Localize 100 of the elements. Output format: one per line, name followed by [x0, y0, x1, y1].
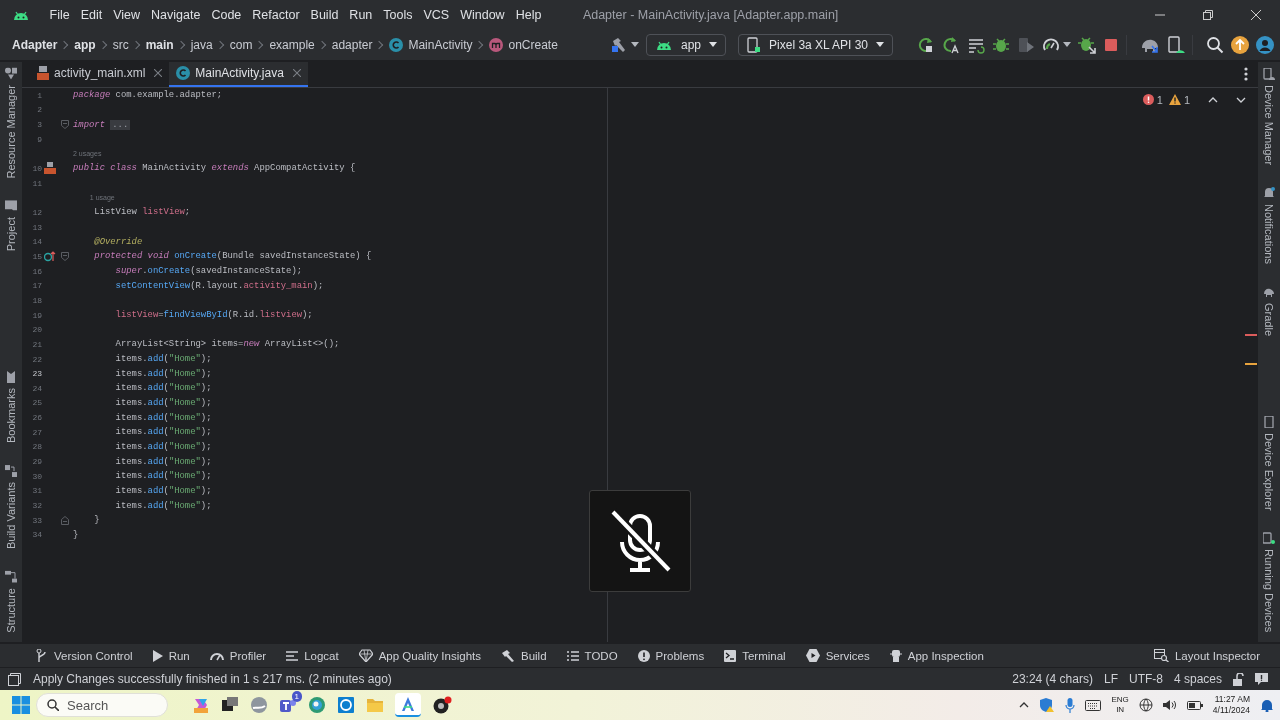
colorful-app-icon[interactable]: [192, 696, 210, 715]
panel-tab[interactable]: Notifications: [1263, 186, 1275, 264]
close-icon[interactable]: [154, 69, 163, 78]
editor-tab[interactable]: MainActivity.java: [169, 61, 308, 87]
bell-icon[interactable]: [1260, 698, 1274, 713]
globe-app-icon[interactable]: [250, 696, 268, 715]
hammer-icon[interactable]: [610, 35, 628, 54]
menu-item[interactable]: View: [107, 8, 146, 22]
stop-icon[interactable]: [1103, 36, 1119, 53]
breadcrumb[interactable]: src: [112, 37, 129, 52]
tool-window-button[interactable]: App Quality Insights: [358, 649, 481, 663]
breadcrumb[interactable]: onCreate: [508, 37, 558, 52]
panel-tab[interactable]: Resource Manager: [5, 67, 17, 179]
caret-position[interactable]: 23:24 (4 chars): [1012, 672, 1093, 687]
more-icon[interactable]: [1244, 67, 1248, 82]
tool-window-button[interactable]: App Inspection: [889, 649, 984, 663]
clock-time[interactable]: 11:27 AM: [1214, 694, 1250, 706]
battery-icon[interactable]: [1186, 700, 1203, 710]
circle-app-icon[interactable]: [337, 696, 355, 715]
menu-item[interactable]: Help: [510, 8, 547, 22]
panel-tab[interactable]: Structure: [5, 570, 17, 633]
tool-window-button[interactable]: TODO: [566, 649, 618, 662]
menu-item[interactable]: Navigate: [145, 8, 206, 22]
language-indicator[interactable]: ENG: [1111, 695, 1129, 706]
tool-window-button[interactable]: Version Control: [36, 649, 133, 663]
fold-icon[interactable]: [61, 120, 69, 129]
bug-arrow-icon[interactable]: [1078, 35, 1096, 54]
shield-icon[interactable]: [1039, 697, 1056, 714]
menu-item[interactable]: Edit: [75, 8, 108, 22]
tool-window-button[interactable]: Layout Inspector: [1153, 649, 1260, 663]
globe-icon[interactable]: [1138, 698, 1153, 713]
upload-icon[interactable]: [1231, 35, 1249, 54]
panel-tab[interactable]: Build Variants: [5, 464, 17, 549]
menu-item[interactable]: VCS: [418, 8, 455, 22]
circular-arrow-icon[interactable]: [917, 35, 935, 54]
breadcrumb[interactable]: app: [74, 37, 96, 52]
breadcrumb[interactable]: main: [145, 37, 174, 52]
close-icon[interactable]: [1251, 10, 1261, 20]
tool-window-button[interactable]: Terminal: [724, 649, 786, 662]
panel-tab[interactable]: Device Manager: [1263, 67, 1275, 165]
tool-window-button[interactable]: Services: [805, 649, 870, 663]
line-separator[interactable]: LF: [1103, 672, 1118, 687]
indent-setting[interactable]: 4 spaces: [1173, 672, 1222, 687]
panel-tab[interactable]: Running Devices: [1263, 532, 1275, 633]
chevron-up-icon[interactable]: [1019, 702, 1030, 709]
error-count[interactable]: 1: [1156, 93, 1163, 106]
tool-window-button[interactable]: Run: [152, 649, 190, 662]
search-field[interactable]: Search: [36, 693, 168, 718]
panel-tab[interactable]: Gradle: [1263, 285, 1275, 336]
menu-item[interactable]: Run: [343, 8, 378, 22]
breadcrumb[interactable]: example: [269, 37, 315, 52]
region-indicator[interactable]: IN: [1116, 705, 1125, 716]
tool-window-button[interactable]: Logcat: [286, 649, 339, 662]
tool-window-button[interactable]: Profiler: [209, 649, 267, 662]
browser-icon[interactable]: [308, 696, 326, 715]
fold-icon[interactable]: [61, 251, 69, 261]
warning-stripe-mark[interactable]: [1245, 362, 1257, 365]
bug-icon[interactable]: [992, 35, 1010, 54]
speaker-icon[interactable]: [1162, 699, 1177, 712]
phone-play-icon[interactable]: [1017, 35, 1035, 54]
account-icon[interactable]: [1256, 35, 1274, 54]
panel-tab[interactable]: Project: [5, 200, 17, 252]
code-line: super.onCreate(savedInstanceState);: [114, 266, 303, 277]
microphone-icon[interactable]: [1065, 697, 1076, 713]
feedback-icon[interactable]: [1255, 672, 1268, 686]
record-app-icon[interactable]: [432, 696, 452, 715]
breadcrumb[interactable]: MainActivity: [408, 37, 473, 52]
run-config-dropdown[interactable]: app: [646, 33, 727, 56]
circular-arrow-letter-icon[interactable]: [942, 35, 960, 54]
device-dropdown[interactable]: Pixel 3a XL API 30: [738, 33, 893, 56]
unlock-icon[interactable]: [1233, 672, 1244, 686]
menu-item[interactable]: Tools: [377, 8, 418, 22]
keyboard-icon[interactable]: [1085, 699, 1102, 711]
restore-icon[interactable]: [1203, 10, 1213, 20]
code-line: items.add("Home");: [114, 368, 212, 379]
panel-toggle-icon[interactable]: [8, 672, 21, 686]
breadcrumb[interactable]: com: [229, 37, 253, 52]
breadcrumb[interactable]: java: [190, 37, 213, 52]
phone-android-icon[interactable]: [1167, 35, 1185, 54]
clock-date[interactable]: 4/11/2024: [1212, 705, 1250, 717]
status-message[interactable]: Apply Changes successfully finished in 1 s 217 ms. (2 minutes ago): [33, 672, 392, 687]
tool-window-button[interactable]: Build: [501, 649, 547, 663]
chevron-down-icon[interactable]: [1236, 96, 1246, 103]
warning-count[interactable]: 1: [1183, 93, 1190, 106]
menu-item[interactable]: Code: [205, 8, 247, 22]
menu-item[interactable]: Build: [305, 8, 344, 22]
windows-logo-icon[interactable]: [12, 696, 30, 715]
panel-tab[interactable]: Device Explorer: [1263, 415, 1275, 511]
fold-icon[interactable]: [61, 515, 69, 525]
menu-item[interactable]: Window: [454, 8, 511, 22]
file-encoding[interactable]: UTF-8: [1128, 672, 1163, 687]
breadcrumb[interactable]: adapter: [331, 37, 373, 52]
breadcrumb[interactable]: Adapter: [12, 37, 58, 52]
search-icon[interactable]: [1206, 35, 1224, 54]
tool-window-button[interactable]: Problems: [637, 649, 705, 662]
menu-item[interactable]: File: [44, 8, 76, 22]
panel-tab[interactable]: Bookmarks: [5, 370, 17, 443]
editor-tab[interactable]: activity_main.xml: [30, 61, 170, 87]
error-stripe-mark[interactable]: [1245, 333, 1257, 336]
menu-item[interactable]: Refactor: [246, 8, 306, 22]
